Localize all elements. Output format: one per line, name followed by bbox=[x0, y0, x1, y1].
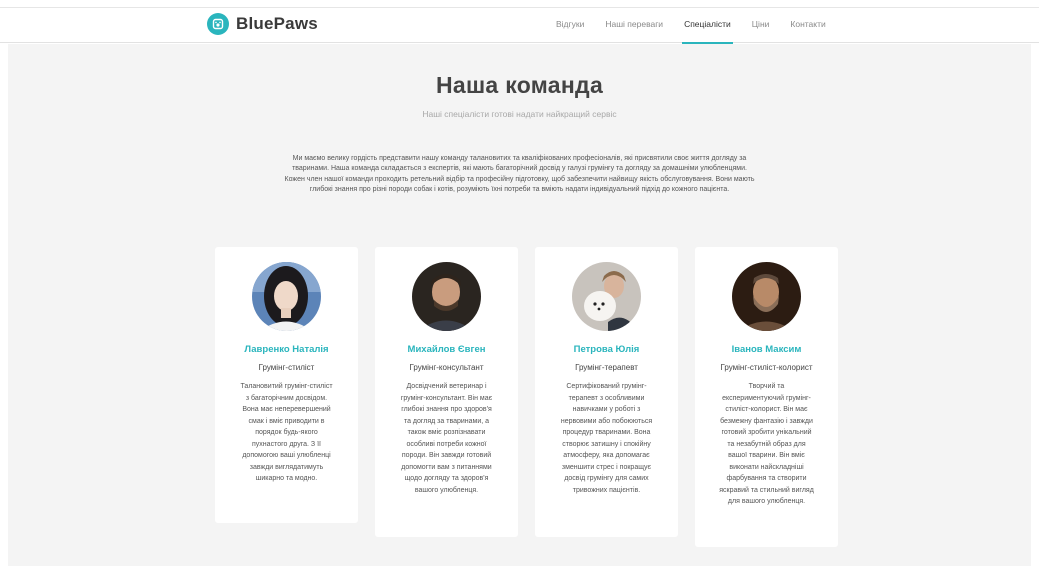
member-role: Грумінг-стиліст bbox=[258, 363, 315, 372]
member-description: Творчий та експериментуючий грумінг-стил… bbox=[719, 383, 814, 505]
member-description: Сертифікований грумінг-терапевт з особли… bbox=[560, 383, 653, 494]
team-card: Іванов Максим Грумінг-стиліст-колорист Т… bbox=[695, 247, 838, 547]
team-card: Михайлов Євген Грумінг-консультант Досві… bbox=[375, 247, 518, 537]
member-name: Михайлов Євген bbox=[407, 344, 486, 355]
section-title: Наша команда bbox=[435, 72, 604, 98]
section-subtitle: Наші спеціалісти готові надати найкращий… bbox=[422, 109, 617, 119]
member-name: Петрова Юлія bbox=[573, 344, 640, 355]
site-header: BluePaws Відгуки Наші переваги Спеціаліс… bbox=[0, 8, 1039, 44]
member-name: Лавренко Наталія bbox=[244, 344, 329, 355]
nav-item-specialists[interactable]: Спеціалісти bbox=[682, 8, 733, 44]
nav-item-contacts[interactable]: Контакти bbox=[790, 8, 825, 43]
window-top-edge bbox=[0, 0, 1039, 8]
paw-icon bbox=[207, 13, 229, 35]
nav-item-advantages[interactable]: Наші переваги bbox=[605, 8, 663, 43]
member-name: Іванов Максим bbox=[731, 344, 802, 355]
avatar bbox=[252, 262, 321, 331]
member-description: Талановитий грумінг-стиліст з багаторічн… bbox=[240, 383, 333, 482]
brand-name: BluePaws bbox=[236, 14, 318, 33]
nav-item-prices[interactable]: Ціни bbox=[752, 8, 770, 43]
team-section: Наша команда Наші спеціалісти готові над… bbox=[8, 44, 1031, 566]
avatar bbox=[412, 262, 481, 331]
section-intro: Ми маємо велику гордість представити наш… bbox=[284, 155, 755, 194]
main-nav: Відгуки Наші переваги Спеціалісти Ціни К… bbox=[556, 8, 847, 44]
team-card: Лавренко Наталія Грумінг-стиліст Таланов… bbox=[215, 247, 358, 523]
member-role: Грумінг-терапевт bbox=[575, 363, 638, 372]
team-card: Петрова Юлія Грумінг-терапевт Сертифіков… bbox=[535, 247, 678, 537]
member-role: Грумінг-стиліст-колорист bbox=[720, 363, 813, 372]
member-description: Досвідчений ветеринар і грумінг-консульт… bbox=[400, 383, 493, 494]
avatar bbox=[732, 262, 801, 331]
nav-item-reviews[interactable]: Відгуки bbox=[556, 8, 584, 43]
avatar bbox=[572, 262, 641, 331]
brand-logo[interactable]: BluePaws bbox=[207, 13, 318, 35]
member-role: Грумінг-консультант bbox=[409, 363, 484, 372]
